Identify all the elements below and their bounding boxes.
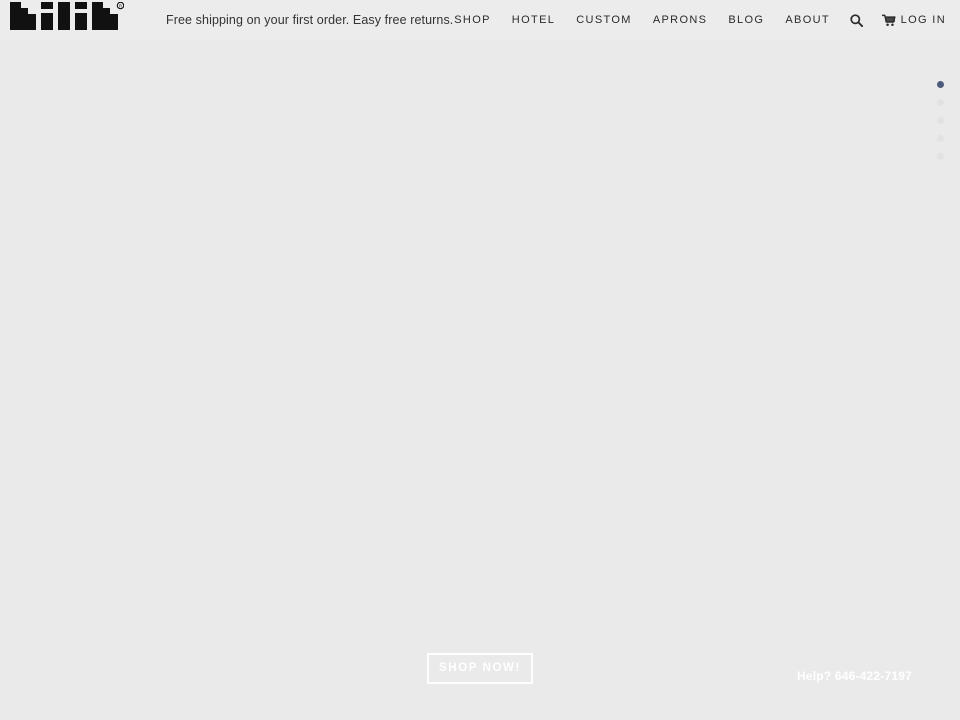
slider-dot-5[interactable]: [937, 153, 944, 160]
nav-shop[interactable]: SHOP: [454, 0, 491, 41]
slider-dot-2[interactable]: [937, 99, 944, 106]
hero-slider: SHOP NOW! Help? 646-422-7197: [0, 41, 960, 720]
site-header: R Free shipping on your first order. Eas…: [0, 0, 960, 41]
login-link[interactable]: LOG IN: [901, 0, 946, 41]
nav-hotel[interactable]: HOTEL: [512, 0, 555, 41]
slider-pagination: [937, 81, 944, 160]
slider-dot-3[interactable]: [937, 117, 944, 124]
tilit-logo: R: [10, 2, 124, 30]
svg-text:R: R: [119, 4, 122, 9]
nav-aprons[interactable]: APRONS: [653, 0, 708, 41]
help-phone-link[interactable]: Help? 646-422-7197: [797, 669, 912, 683]
slider-dot-4[interactable]: [937, 135, 944, 142]
main-navigation: SHOP HOTEL CUSTOM APRONS BLOG ABOUT: [454, 0, 960, 41]
nav-about[interactable]: ABOUT: [785, 0, 830, 41]
hero-slide-image: [0, 41, 960, 720]
nav-custom[interactable]: CUSTOM: [576, 0, 632, 41]
slider-dot-1[interactable]: [937, 81, 944, 88]
search-icon[interactable]: [849, 0, 863, 41]
nav-blog[interactable]: BLOG: [728, 0, 764, 41]
shop-now-button[interactable]: SHOP NOW!: [427, 653, 533, 684]
shopping-cart-icon[interactable]: [882, 0, 896, 41]
shipping-note: Free shipping on your first order. Easy …: [166, 13, 454, 27]
logo-link[interactable]: R: [10, 2, 124, 30]
